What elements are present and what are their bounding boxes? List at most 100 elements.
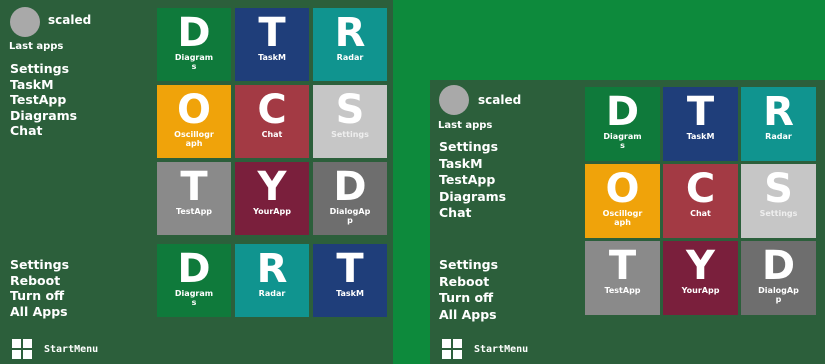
system-item-settings[interactable]: Settings [439,257,498,274]
tile-label: Oscillograph [602,209,643,228]
last-app-item-settings[interactable]: Settings [10,61,77,77]
tile-letter: T [686,89,715,135]
tile-label: YourApp [253,207,291,216]
app-tile-grid: D Diagrams T TaskM R Radar O Oscillograph C Chat S… [585,87,816,315]
tile-label: Chat [690,209,711,218]
app-tile-taskm[interactable]: T TaskM [313,244,387,317]
start-menu-scaled-right: scaled Last apps Settings TaskM TestApp … [430,80,825,334]
system-item-settings[interactable]: Settings [10,257,69,273]
system-item-turn-off[interactable]: Turn off [439,290,498,307]
system-item-all-apps[interactable]: All Apps [10,304,69,320]
app-tile-chat[interactable]: C Chat [235,85,309,158]
last-app-item-chat[interactable]: Chat [439,205,506,222]
tile-label: YourApp [681,286,720,295]
app-tile-diagrams[interactable]: D Diagrams [585,87,660,161]
app-tile-oscillograph[interactable]: O Oscillograph [157,85,231,158]
app-tile-settings[interactable]: S Settings [313,85,387,158]
app-tile-radar[interactable]: R Radar [741,87,816,161]
tile-letter: O [605,166,640,212]
app-tile-radar[interactable]: R Radar [313,8,387,81]
app-tile-testapp[interactable]: T TestApp [585,241,660,315]
app-tile-dialogapp[interactable]: D DialogApp [313,162,387,235]
start-windows-icon[interactable] [442,339,462,359]
tile-label: Radar [336,53,364,62]
tile-label: Diagrams [174,53,214,72]
tile-label: Settings [331,130,369,139]
tile-label: TestApp [175,207,213,216]
app-tile-grid-bottom: D Diagrams R Radar T TaskM [157,244,387,317]
last-apps-heading: Last apps [438,120,493,131]
tile-label: TaskM [336,289,364,298]
tile-letter: C [685,166,716,212]
tile-label: Diagrams [603,132,642,151]
user-avatar[interactable] [439,85,469,115]
tile-letter: R [334,10,366,56]
tile-letter: D [333,164,367,210]
last-app-item-testapp[interactable]: TestApp [10,92,77,108]
tile-letter: D [177,246,211,292]
last-apps-list: Settings TaskM TestApp Diagrams Chat [439,139,506,222]
app-tile-yourapp[interactable]: Y YourApp [663,241,738,315]
system-menu: Settings Reboot Turn off All Apps [10,257,69,319]
tile-letter: D [177,10,211,56]
tile-label: Radar [765,132,792,141]
last-app-item-settings[interactable]: Settings [439,139,506,156]
tile-label: Settings [759,209,798,218]
app-tile-taskm[interactable]: T TaskM [663,87,738,161]
username: scaled [478,93,522,107]
app-tile-grid: D Diagrams T TaskM R Radar O Oscillograph C Chat S… [157,8,387,235]
last-app-item-diagrams[interactable]: Diagrams [10,108,77,124]
last-app-item-diagrams[interactable]: Diagrams [439,189,506,206]
last-app-item-testapp[interactable]: TestApp [439,172,506,189]
tile-letter: D [605,89,640,135]
tile-label: Chat [261,130,283,139]
last-app-item-chat[interactable]: Chat [10,123,77,139]
tile-label: TaskM [686,132,715,141]
app-tile-chat[interactable]: C Chat [663,164,738,238]
last-app-item-taskm[interactable]: TaskM [439,156,506,173]
tile-letter: T [336,246,364,292]
taskbar: StartMenu [0,334,393,364]
tile-label: DialogApp [758,286,799,305]
tile-label: Diagrams [174,289,214,308]
tile-label: TestApp [604,286,641,295]
tile-letter: C [257,87,287,133]
app-tile-yourapp[interactable]: Y YourApp [235,162,309,235]
username: scaled [48,13,92,27]
app-tile-taskm[interactable]: T TaskM [235,8,309,81]
app-tile-diagrams[interactable]: D Diagrams [157,8,231,81]
tile-letter: D [761,243,796,289]
start-menu-scaled-left: scaled Last apps Settings TaskM TestApp … [0,0,393,334]
app-tile-settings[interactable]: S Settings [741,164,816,238]
tile-letter: S [335,87,365,133]
system-item-turn-off[interactable]: Turn off [10,288,69,304]
tile-label: Oscillograph [174,130,214,149]
tile-letter: Y [686,243,715,289]
tile-letter: Y [257,164,287,210]
app-tile-diagrams[interactable]: D Diagrams [157,244,231,317]
tile-label: Radar [258,289,286,298]
system-item-reboot[interactable]: Reboot [439,274,498,291]
system-menu: Settings Reboot Turn off All Apps [439,257,498,323]
last-apps-heading: Last apps [9,41,64,52]
tile-letter: S [764,166,793,212]
tile-letter: R [763,89,794,135]
tile-letter: T [258,10,286,56]
user-avatar[interactable] [10,7,40,37]
app-tile-testapp[interactable]: T TestApp [157,162,231,235]
last-app-item-taskm[interactable]: TaskM [10,77,77,93]
tile-label: TaskM [258,53,286,62]
start-windows-icon[interactable] [12,339,32,359]
app-tile-dialogapp[interactable]: D DialogApp [741,241,816,315]
tile-letter: T [608,243,637,289]
system-item-all-apps[interactable]: All Apps [439,307,498,324]
taskbar: StartMenu [430,334,825,364]
tile-label: DialogApp [329,207,371,226]
system-item-reboot[interactable]: Reboot [10,273,69,289]
tile-letter: O [176,87,211,133]
start-menu-button[interactable]: StartMenu [44,344,98,355]
app-tile-radar[interactable]: R Radar [235,244,309,317]
app-tile-oscillograph[interactable]: O Oscillograph [585,164,660,238]
start-menu-button[interactable]: StartMenu [474,344,528,355]
last-apps-list: Settings TaskM TestApp Diagrams Chat [10,61,77,139]
